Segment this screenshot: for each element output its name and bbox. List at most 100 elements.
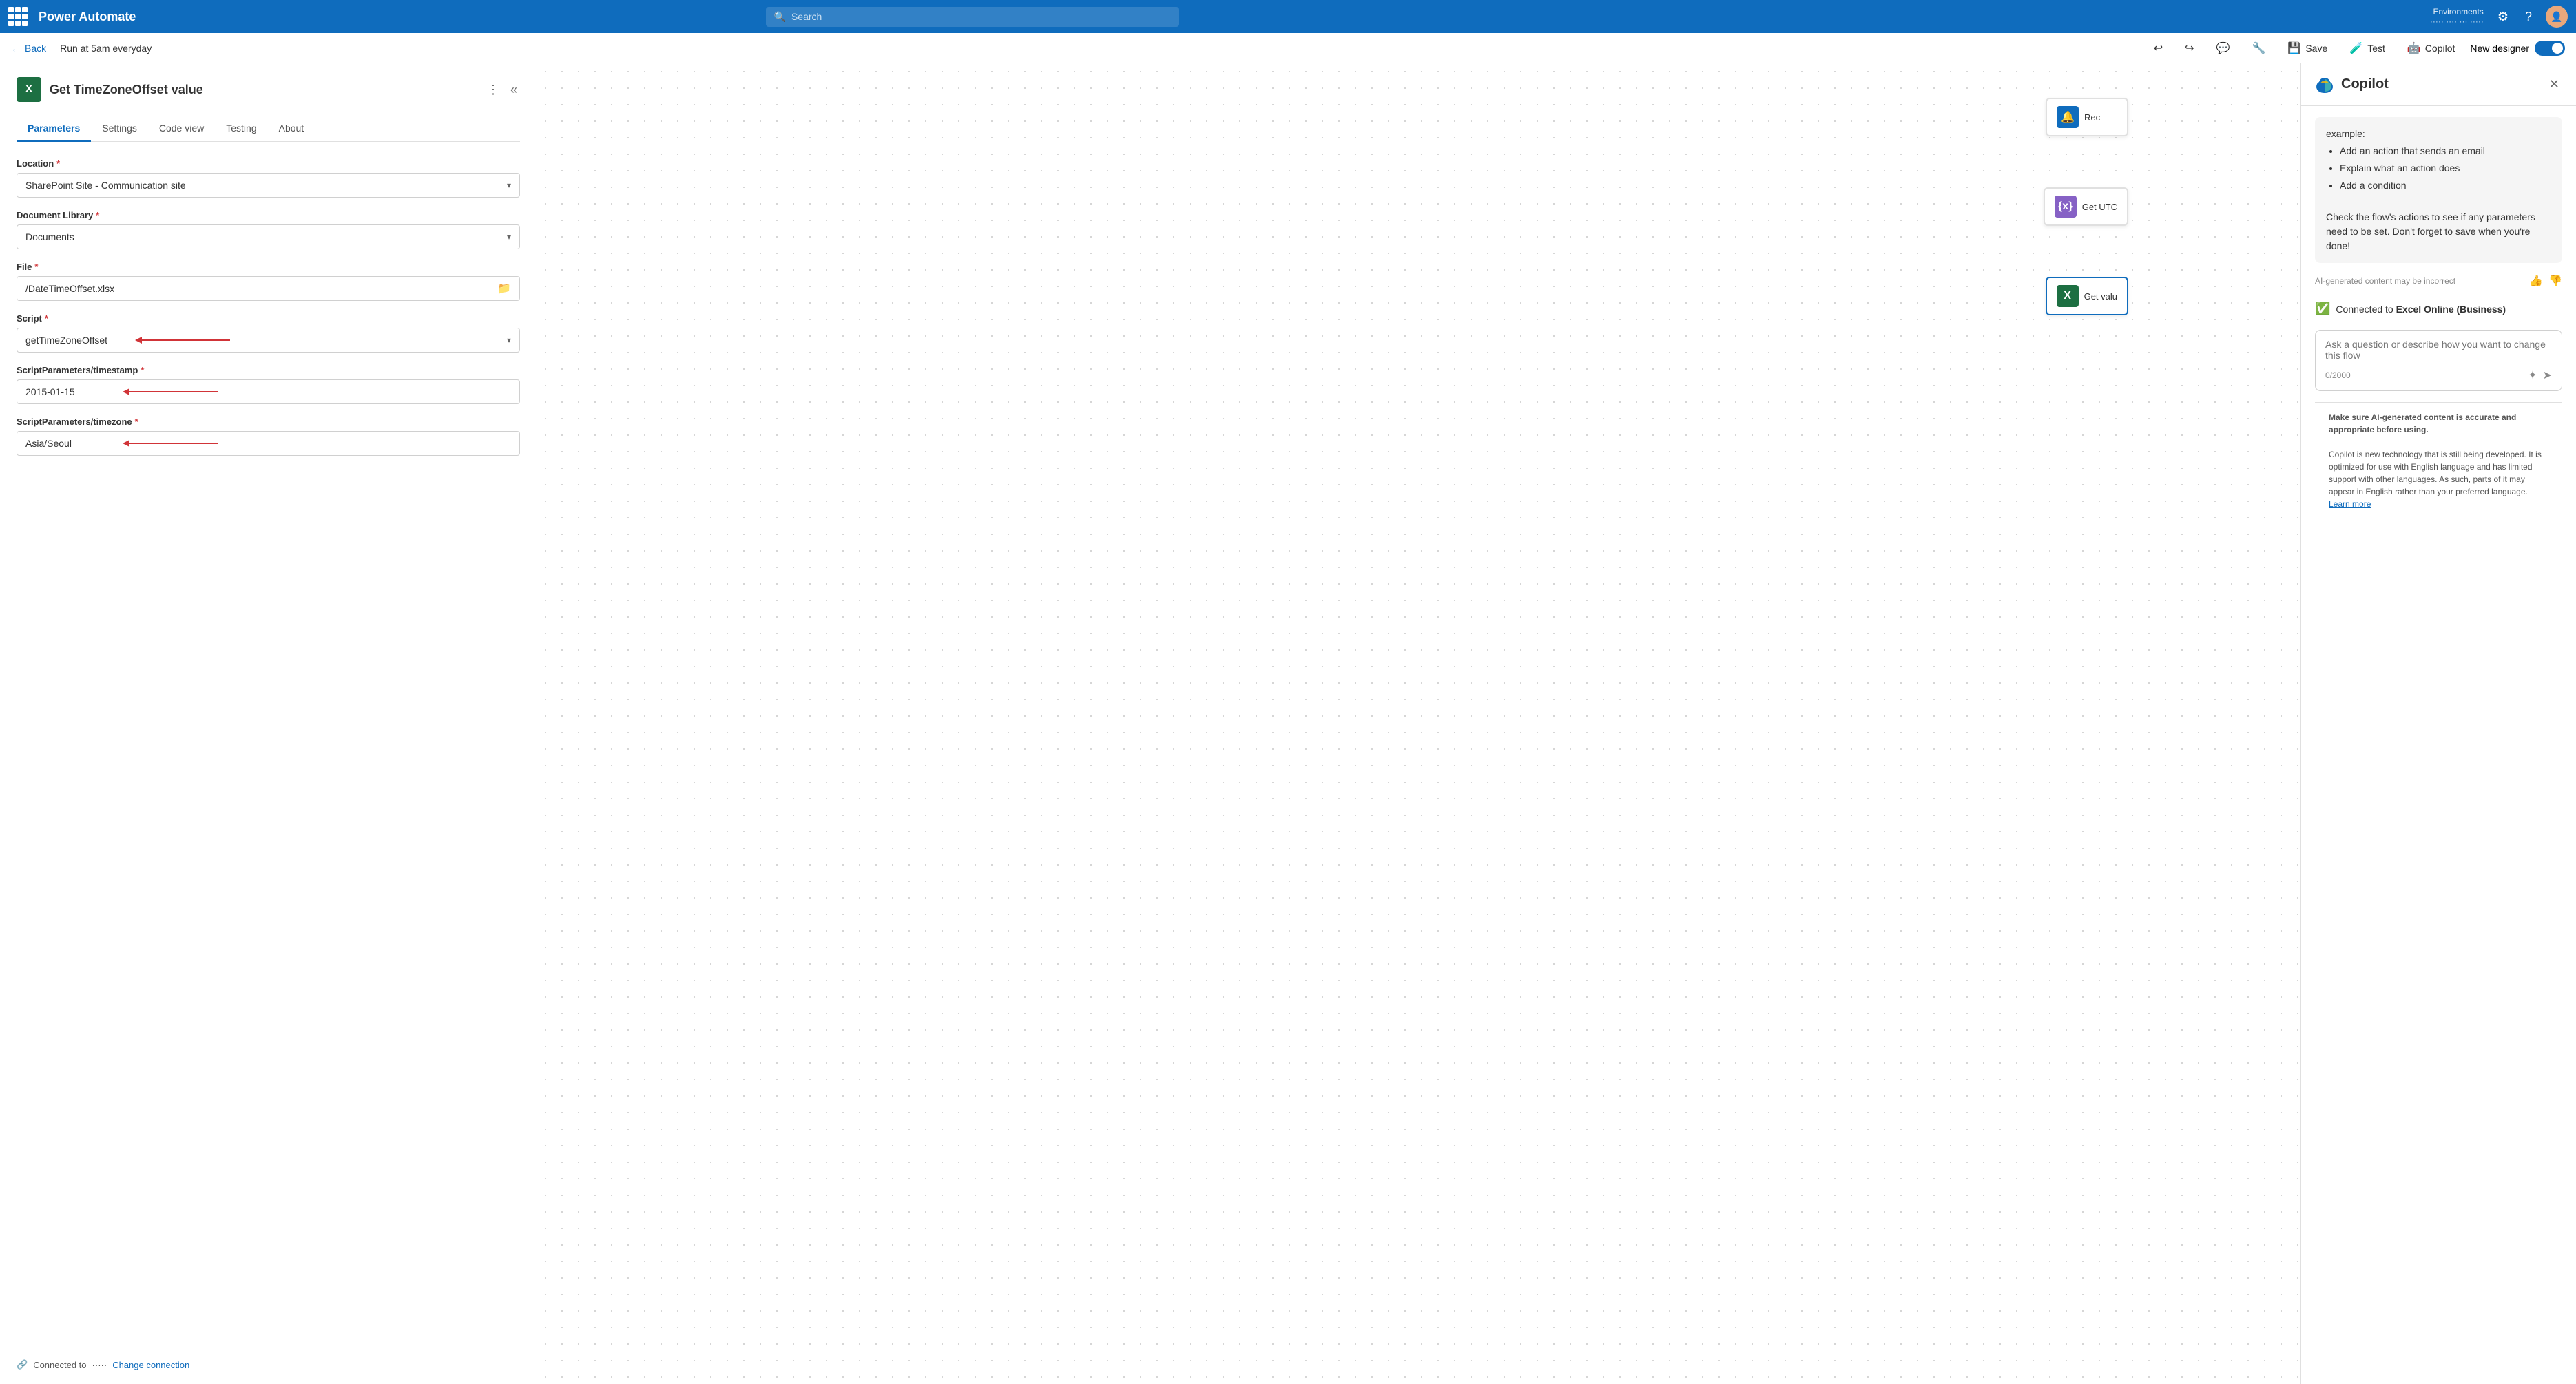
copilot-title-text: Copilot <box>2341 76 2389 92</box>
redo-button[interactable]: ↪ <box>2178 37 2201 59</box>
main-layout: X Get TimeZoneOffset value ⋮ « Parameter… <box>0 63 2576 1384</box>
undo-button[interactable]: ↩ <box>2147 37 2170 59</box>
script-chevron: ▾ <box>507 335 511 345</box>
canvas-area[interactable]: 🔔 Rec {x} Get UTC X Get valu <box>537 63 2300 1384</box>
panel-title-section: X Get TimeZoneOffset value <box>17 77 203 102</box>
tab-code-view[interactable]: Code view <box>148 116 215 142</box>
save-button[interactable]: 💾 Save <box>2281 37 2334 59</box>
check-button[interactable]: 🔧 <box>2245 37 2273 59</box>
get-utc-node-label: Get UTC <box>2082 202 2117 212</box>
chat-bubble-intro: example: <box>2326 128 2365 139</box>
redo-icon: ↪ <box>2185 41 2194 55</box>
test-label: Test <box>2367 43 2385 54</box>
copilot-icon: 🤖 <box>2407 41 2421 55</box>
environments-section: Environments ····· ···· ··· ····· <box>2430 7 2484 26</box>
timestamp-arrow-annotation <box>128 391 218 392</box>
test-icon: 🧪 <box>2349 41 2363 55</box>
script-required: * <box>45 313 48 324</box>
panel-actions: ⋮ « <box>484 80 520 100</box>
chat-bubble-followup: Check the flow's actions to see if any p… <box>2326 211 2535 251</box>
more-options-button[interactable]: ⋮ <box>484 80 502 100</box>
panel-header: X Get TimeZoneOffset value ⋮ « <box>17 77 520 102</box>
send-button[interactable]: ➤ <box>2543 368 2552 382</box>
copilot-body: example: Add an action that sends an ema… <box>2301 106 2576 1384</box>
undo-icon: ↩ <box>2154 41 2163 55</box>
copilot-header: Copilot ✕ <box>2301 63 2576 106</box>
tab-about[interactable]: About <box>268 116 315 142</box>
timezone-label: ScriptParameters/timezone * <box>17 417 520 427</box>
document-library-select[interactable]: Documents ▾ <box>17 224 520 249</box>
panel-footer: 🔗 Connected to ····· Change connection <box>17 1348 520 1370</box>
tab-testing[interactable]: Testing <box>215 116 267 142</box>
document-library-chevron: ▾ <box>507 232 511 242</box>
back-button[interactable]: ← Back <box>11 43 46 54</box>
location-select[interactable]: SharePoint Site - Communication site ▾ <box>17 173 520 198</box>
search-icon: 🔍 <box>774 11 786 23</box>
copilot-close-button[interactable]: ✕ <box>2546 74 2562 94</box>
timestamp-required: * <box>141 365 144 375</box>
comments-button[interactable]: 💬 <box>2210 37 2237 59</box>
timestamp-wrapper: 2015-01-15 <box>17 379 520 404</box>
connected-status: ✅ Connected to Excel Online (Business) <box>2315 299 2562 319</box>
chat-input-footer: 0/2000 ✦ ➤ <box>2325 368 2552 382</box>
comments-icon: 💬 <box>2216 41 2230 55</box>
avatar[interactable]: 👤 <box>2546 6 2568 28</box>
panel-title: Get TimeZoneOffset value <box>50 83 203 97</box>
script-select[interactable]: getTimeZoneOffset ▾ <box>17 328 520 353</box>
test-button[interactable]: 🧪 Test <box>2343 37 2392 59</box>
connected-text: Connected to Excel Online (Business) <box>2336 304 2506 315</box>
copilot-logo-icon <box>2315 75 2334 94</box>
document-library-required: * <box>96 210 99 220</box>
file-value: /DateTimeOffset.xlsx <box>25 283 114 294</box>
timezone-wrapper: Asia/Seoul <box>17 431 520 456</box>
folder-icon[interactable]: 📁 <box>497 282 511 295</box>
learn-more-link[interactable]: Learn more <box>2329 499 2371 509</box>
tab-parameters[interactable]: Parameters <box>17 116 91 142</box>
search-bar[interactable]: 🔍 <box>766 7 1179 27</box>
new-designer-switch[interactable] <box>2535 41 2565 56</box>
flow-node-recurrence[interactable]: 🔔 Rec <box>2046 98 2128 136</box>
top-navigation: Power Automate 🔍 Environments ····· ····… <box>0 0 2576 33</box>
collapse-button[interactable]: « <box>508 80 520 100</box>
connection-icon: 🔗 <box>17 1359 28 1370</box>
search-input[interactable] <box>791 11 1171 22</box>
copilot-label: Copilot <box>2425 43 2455 54</box>
file-input[interactable]: /DateTimeOffset.xlsx 📁 <box>17 276 520 301</box>
waffle-menu[interactable] <box>8 7 28 26</box>
flow-node-get-utc[interactable]: {x} Get UTC <box>2044 187 2128 226</box>
document-library-value: Documents <box>25 231 74 242</box>
help-button[interactable]: ? <box>2522 7 2535 27</box>
recurrence-node-label: Rec <box>2084 112 2100 123</box>
brand-logo: Power Automate <box>39 10 136 24</box>
timestamp-input[interactable]: 2015-01-15 <box>17 379 520 404</box>
location-chevron: ▾ <box>507 180 511 190</box>
environments-value: ····· ···· ··· ····· <box>2430 17 2484 26</box>
tab-settings[interactable]: Settings <box>91 116 148 142</box>
nav-actions: Environments ····· ···· ··· ····· ⚙ ? 👤 <box>2430 6 2568 28</box>
connected-value: ····· <box>92 1360 107 1370</box>
file-group: File * /DateTimeOffset.xlsx 📁 <box>17 262 520 301</box>
thumbs-up-button[interactable]: 👍 <box>2529 274 2543 288</box>
document-library-group: Document Library * Documents ▾ <box>17 210 520 249</box>
ai-disclaimer: AI-generated content may be incorrect 👍 … <box>2315 274 2562 288</box>
chat-input-area[interactable]: 0/2000 ✦ ➤ <box>2315 330 2562 391</box>
timezone-input[interactable]: Asia/Seoul <box>17 431 520 456</box>
char-count: 0/2000 <box>2325 370 2351 380</box>
change-connection-link[interactable]: Change connection <box>112 1360 189 1370</box>
script-label: Script * <box>17 313 520 324</box>
document-library-label: Document Library * <box>17 210 520 220</box>
chat-input[interactable] <box>2325 339 2552 361</box>
check-icon: 🔧 <box>2252 41 2266 55</box>
copilot-panel: Copilot ✕ example: Add an action that se… <box>2300 63 2576 1384</box>
flow-node-get-value[interactable]: X Get valu <box>2046 277 2128 315</box>
settings-button[interactable]: ⚙ <box>2495 7 2511 27</box>
timezone-arrow-annotation <box>128 443 218 444</box>
copilot-button[interactable]: 🤖 Copilot <box>2400 37 2462 59</box>
thumbs-down-button[interactable]: 👎 <box>2548 274 2562 288</box>
feedback-buttons: 👍 👎 <box>2529 274 2562 288</box>
timestamp-label: ScriptParameters/timestamp * <box>17 365 520 375</box>
timestamp-group: ScriptParameters/timestamp * 2015-01-15 <box>17 365 520 404</box>
chat-item-3: Add a condition <box>2340 178 2551 193</box>
sparkle-button[interactable]: ✦ <box>2528 368 2537 382</box>
file-required: * <box>34 262 38 272</box>
